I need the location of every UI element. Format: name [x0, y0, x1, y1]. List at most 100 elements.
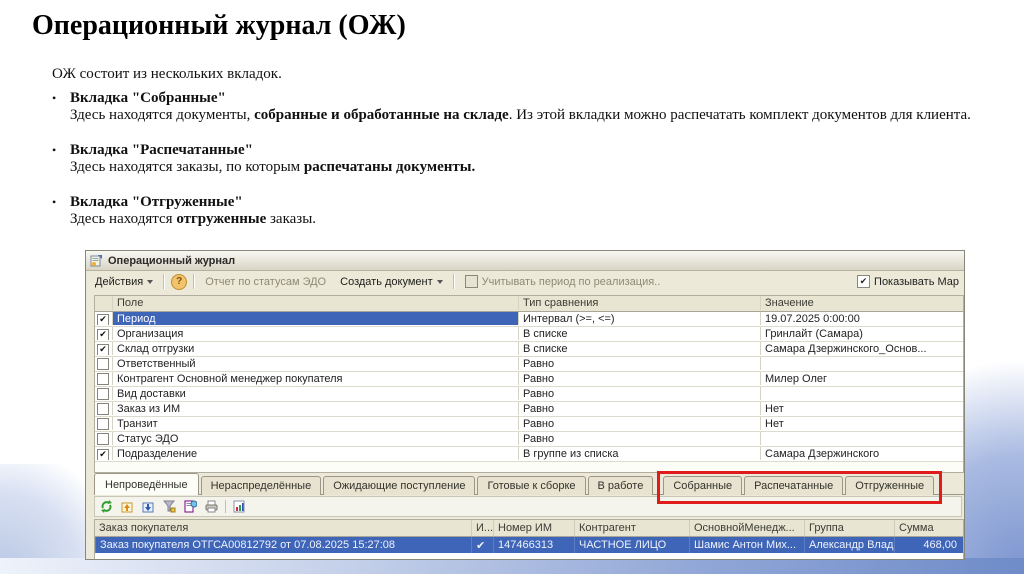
report-icon[interactable] — [232, 499, 247, 514]
print-icon[interactable] — [204, 499, 219, 514]
order-cell-manager[interactable]: Шамис Антон Мих... — [689, 537, 804, 553]
filter-value-cell[interactable]: Нет — [760, 402, 961, 415]
filter-value-cell[interactable]: Самара Дзержинского_Основ... — [760, 342, 961, 355]
orders-header-manager: ОсновнойМенедж... — [689, 520, 804, 536]
tab-ozhidayushchie[interactable]: Ожидающие поступление — [323, 476, 476, 495]
row-checkbox-cell[interactable] — [95, 432, 112, 445]
filter-row-edo-status[interactable]: Статус ЭДО Равно — [95, 432, 963, 447]
checkbox-mark[interactable] — [97, 358, 109, 370]
window-titlebar[interactable]: Операционный журнал — [86, 251, 964, 271]
tab-raspechatannye[interactable]: Распечатанные — [744, 476, 844, 495]
row-checkbox-cell[interactable]: ✔ — [95, 447, 112, 460]
filter-comparison-cell[interactable]: В группе из списка — [518, 447, 760, 460]
order-cell-group[interactable]: Александр Влади... — [804, 537, 894, 553]
row-checkbox-cell[interactable] — [95, 402, 112, 415]
filter-field-cell[interactable]: Склад отгрузки — [112, 342, 518, 355]
filter-comparison-cell[interactable]: Интервал (>=, <=) — [518, 312, 760, 325]
order-cell-check[interactable]: ✔ — [471, 537, 493, 553]
checkbox-mark[interactable]: ✔ — [97, 343, 109, 355]
filter-value-cell[interactable]: Самара Дзержинского — [760, 447, 961, 460]
checkbox-mark[interactable] — [97, 403, 109, 415]
row-checkbox-cell[interactable]: ✔ — [95, 327, 112, 340]
row-checkbox-cell[interactable] — [95, 357, 112, 370]
filter-field-cell[interactable]: Ответственный — [112, 357, 518, 370]
filter-value-cell[interactable]: Милер Олег — [760, 372, 961, 385]
row-checkbox-cell[interactable] — [95, 372, 112, 385]
checkbox-mark[interactable] — [97, 373, 109, 385]
bullet-desc-pre: Здесь находятся — [70, 211, 177, 227]
row-checkbox-cell[interactable] — [95, 417, 112, 430]
filter-row-division[interactable]: ✔ Подразделение В группе из списка Самар… — [95, 447, 963, 462]
order-cell-contractor[interactable]: ЧАСТНОЕ ЛИЦО — [574, 537, 689, 553]
show-checkbox-group[interactable]: ✔ Показывать Мар — [857, 275, 959, 288]
filter-field-cell[interactable]: Подразделение — [112, 447, 518, 460]
filter-field-cell[interactable]: Статус ЭДО — [112, 432, 518, 445]
filter-value-cell[interactable]: 19.07.2025 0:00:00 — [760, 312, 961, 325]
period-checkbox-group[interactable]: Учитывать период по реализация.. — [461, 273, 665, 290]
checkbox-mark[interactable]: ✔ — [97, 448, 109, 460]
create-document-button[interactable]: Создать документ — [336, 274, 447, 290]
filter-comparison-cell[interactable]: Равно — [518, 387, 760, 400]
checkbox-mark[interactable] — [97, 388, 109, 400]
bullet-item-printed: • Вкладка "Распечатанные" Здесь находятся… — [52, 142, 1002, 176]
filter-comparison-cell[interactable]: Равно — [518, 432, 760, 445]
filter-field-cell[interactable]: Заказ из ИМ — [112, 402, 518, 415]
filter-header-comparison: Тип сравнения — [518, 296, 760, 310]
filter-comparison-cell[interactable]: Равно — [518, 417, 760, 430]
move-up-icon[interactable] — [120, 499, 135, 514]
row-checkbox-cell[interactable]: ✔ — [95, 342, 112, 355]
filter-comparison-cell[interactable]: В списке — [518, 327, 760, 340]
tab-neraspredelennye[interactable]: Нераспределённые — [200, 476, 322, 495]
filter-field-cell[interactable]: Транзит — [112, 417, 518, 430]
tab-neprovedennye[interactable]: Непроведённые — [94, 473, 199, 495]
row-checkbox-cell[interactable] — [95, 387, 112, 400]
filter-field-cell[interactable]: Период — [112, 312, 518, 325]
checkbox-mark[interactable]: ✔ — [97, 328, 109, 340]
filter-field-cell[interactable]: Вид доставки — [112, 387, 518, 400]
properties-icon[interactable] — [183, 499, 198, 514]
filter-value-cell[interactable]: Гринлайт (Самара) — [760, 327, 961, 340]
tab-v-rabote[interactable]: В работе — [587, 476, 654, 495]
create-document-button-label: Создать документ — [340, 275, 433, 288]
filter-row-organization[interactable]: ✔ Организация В списке Гринлайт (Самара) — [95, 327, 963, 342]
actions-button[interactable]: Действия — [91, 274, 157, 290]
order-cell-sum[interactable]: 468,00 — [894, 537, 961, 553]
filter-value-cell[interactable] — [760, 432, 961, 445]
order-row-selected[interactable]: Заказ покупателя ОТГСА00812792 от 07.08.… — [95, 537, 963, 553]
order-cell-name[interactable]: Заказ покупателя ОТГСА00812792 от 07.08.… — [95, 537, 471, 553]
order-cell-im-number[interactable]: 147466313 — [493, 537, 574, 553]
filter-value-cell[interactable] — [760, 387, 961, 400]
tab-gotovye-k-sborke[interactable]: Готовые к сборке — [477, 476, 586, 495]
filter-row-contractor-manager[interactable]: Контрагент Основной менеджер покупателя … — [95, 372, 963, 387]
filter-comparison-cell[interactable]: Равно — [518, 372, 760, 385]
bullet-marker: • — [52, 91, 57, 105]
filter-icon[interactable] — [162, 499, 177, 514]
filter-comparison-cell[interactable]: В списке — [518, 342, 760, 355]
move-down-icon[interactable] — [141, 499, 156, 514]
filter-field-cell[interactable]: Контрагент Основной менеджер покупателя — [112, 372, 518, 385]
filter-row-im-order[interactable]: Заказ из ИМ Равно Нет — [95, 402, 963, 417]
filter-row-transit[interactable]: Транзит Равно Нет — [95, 417, 963, 432]
tab-otgruzhennye[interactable]: Отгруженные — [845, 476, 935, 495]
tab-sobrannye[interactable]: Собранные — [663, 476, 743, 495]
show-checkbox[interactable]: ✔ — [857, 275, 871, 288]
help-icon[interactable]: ? — [171, 273, 188, 290]
checkbox-mark[interactable] — [97, 433, 109, 445]
filter-row-period[interactable]: ✔ Период Интервал (>=, <=) 19.07.2025 0:… — [95, 312, 963, 327]
checkbox-mark[interactable]: ✔ — [97, 313, 109, 325]
period-checkbox[interactable] — [464, 275, 478, 288]
row-checkbox-cell[interactable]: ✔ — [95, 312, 112, 325]
filter-row-responsible[interactable]: Ответственный Равно — [95, 357, 963, 372]
filter-row-delivery-type[interactable]: Вид доставки Равно — [95, 387, 963, 402]
refresh-icon[interactable] — [99, 499, 114, 514]
filter-field-cell[interactable]: Организация — [112, 327, 518, 340]
filter-comparison-cell[interactable]: Равно — [518, 402, 760, 415]
filter-comparison-cell[interactable]: Равно — [518, 357, 760, 370]
bullet-desc-post: . Из этой вкладки можно распечатать комп… — [508, 107, 971, 123]
filter-row-warehouse[interactable]: ✔ Склад отгрузки В списке Самара Дзержин… — [95, 342, 963, 357]
background-gradient-bottom — [0, 558, 1024, 574]
filter-value-cell[interactable]: Нет — [760, 417, 961, 430]
filter-value-cell[interactable] — [760, 357, 961, 370]
checkbox-mark[interactable] — [97, 418, 109, 430]
edo-report-button[interactable]: Отчет по статусам ЭДО — [201, 274, 330, 290]
